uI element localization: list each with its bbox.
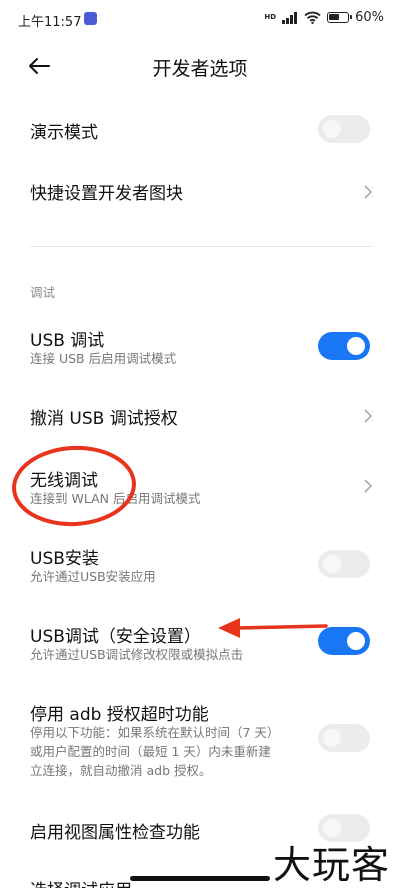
usb-install-toggle[interactable] <box>318 550 370 578</box>
row-disable-adb-timeout[interactable]: 停用 adb 授权超时功能 停用以下功能：如果系统在默认时间（7 天） 或用户配… <box>0 692 400 784</box>
wifi-icon <box>304 11 321 24</box>
chevron-right-icon <box>364 185 373 199</box>
signal-icon <box>282 11 298 24</box>
row-subtitle-line: 立连接，就自动撤消 adb 授权。 <box>30 763 212 778</box>
row-wireless-debugging[interactable]: 无线调试 连接到 WLAN 后启用调试模式 <box>0 458 400 518</box>
row-title: 停用 adb 授权超时功能 <box>30 705 209 725</box>
battery-fill <box>329 14 340 20</box>
divider <box>30 246 372 247</box>
row-title: 快捷设置开发者图块 <box>30 184 183 204</box>
battery-percent: 60% <box>355 10 384 25</box>
row-title: USB安装 <box>30 549 99 569</box>
battery-icon <box>327 12 353 23</box>
chevron-right-icon <box>364 479 373 493</box>
page-title: 开发者选项 <box>152 58 248 80</box>
status-bar: 上午11:57 HD 60% <box>0 0 400 38</box>
row-title: 演示模式 <box>30 123 98 143</box>
watermark: 大玩客 <box>272 843 390 887</box>
header: 开发者选项 <box>0 38 400 94</box>
usb-debugging-toggle[interactable] <box>318 332 370 360</box>
row-subtitle-line: 停用以下功能：如果系统在默认时间（7 天） <box>30 725 280 740</box>
row-title: 选择调试应用 <box>30 876 132 888</box>
row-subtitle: 连接到 WLAN 后启用调试模式 <box>30 491 201 506</box>
row-usb-install[interactable]: USB安装 允许通过USB安装应用 <box>0 536 400 592</box>
status-time: 上午11:57 <box>18 15 82 30</box>
row-title: 撤消 USB 调试授权 <box>30 409 178 429</box>
row-subtitle-line: 或用户配置的时间（最短 1 天）内未重新建 <box>30 744 271 759</box>
disable-adb-timeout-toggle[interactable] <box>318 724 370 752</box>
row-title: USB 调试 <box>30 331 105 351</box>
row-title: 启用视图属性检查功能 <box>30 823 200 843</box>
home-indicator[interactable] <box>130 876 270 881</box>
chevron-right-icon <box>364 409 373 423</box>
row-usb-debugging-security[interactable]: USB调试（安全设置） 允许通过USB调试修改权限或模拟点击 <box>0 614 400 670</box>
row-subtitle: 允许通过USB调试修改权限或模拟点击 <box>30 647 244 662</box>
status-icons: HD 60% <box>264 10 384 25</box>
row-quick-settings-tiles[interactable]: 快捷设置开发者图块 <box>0 162 400 222</box>
app-notification-icon <box>84 12 97 25</box>
section-label-debug: 调试 <box>30 285 56 300</box>
demo-mode-toggle[interactable] <box>318 115 370 143</box>
row-revoke-usb-auth[interactable]: 撤消 USB 调试授权 <box>0 386 400 444</box>
hd-label: HD <box>264 13 277 21</box>
row-subtitle: 连接 USB 后启用调试模式 <box>30 351 177 366</box>
row-subtitle: 允许通过USB安装应用 <box>30 569 156 584</box>
row-title: 无线调试 <box>30 471 98 491</box>
row-title: USB调试（安全设置） <box>30 627 201 647</box>
row-usb-debugging[interactable]: USB 调试 连接 USB 后启用调试模式 <box>0 318 400 374</box>
row-demo-mode[interactable]: 演示模式 <box>0 100 400 160</box>
usb-debugging-security-toggle[interactable] <box>318 627 370 655</box>
